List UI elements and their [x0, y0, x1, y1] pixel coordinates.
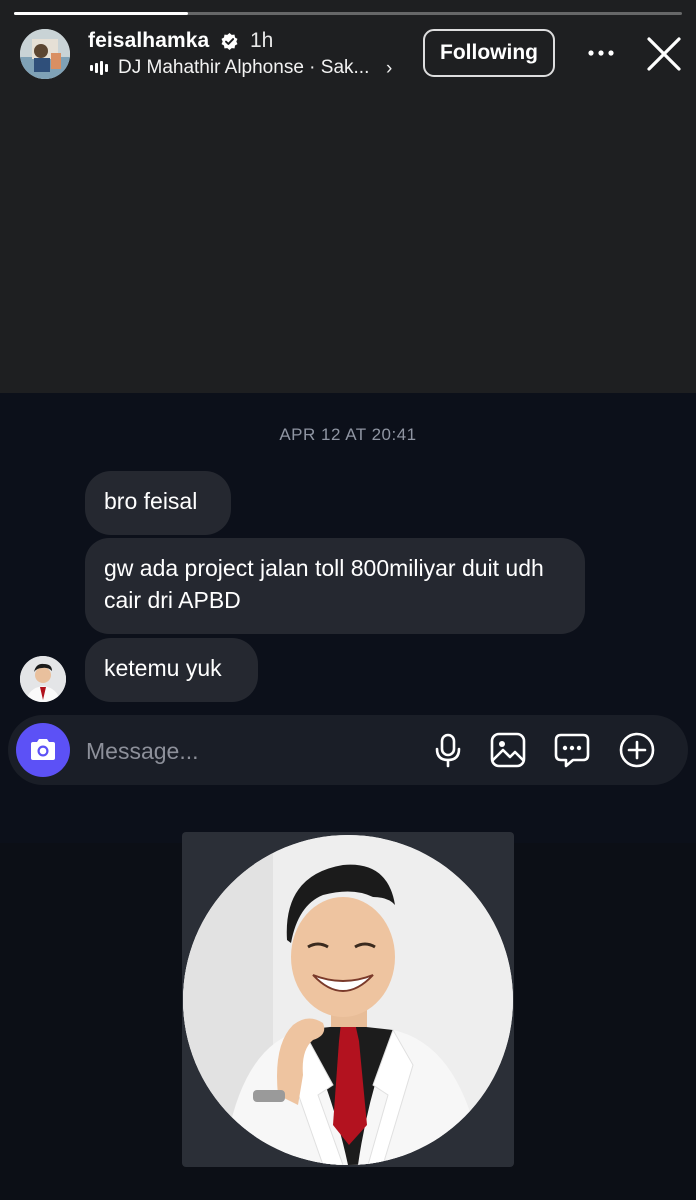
message-bubble: gw ada project jalan toll 800miliyar dui…	[85, 538, 585, 634]
profile-photo	[183, 835, 513, 1165]
following-button[interactable]: Following	[423, 29, 555, 77]
more-horizontal-icon[interactable]	[584, 38, 618, 68]
plus-circle-icon[interactable]	[618, 731, 656, 769]
photo-sticker	[182, 832, 514, 1167]
sender-avatar	[20, 656, 66, 702]
story-username[interactable]: feisalhamka	[88, 29, 209, 53]
close-icon[interactable]	[645, 35, 683, 73]
music-attribution[interactable]: DJ Mahathir Alphonse · Sak...	[90, 56, 369, 80]
camera-button[interactable]	[16, 723, 70, 777]
microphone-icon[interactable]	[429, 731, 467, 769]
chevron-right-icon: ›	[386, 58, 393, 79]
audio-bars-icon	[90, 61, 108, 75]
gallery-icon[interactable]	[489, 731, 527, 769]
message-bubble: bro feisal	[85, 471, 231, 535]
story-time: 1h	[250, 29, 274, 52]
message-input[interactable]	[84, 733, 418, 769]
camera-icon	[31, 739, 55, 760]
music-title: DJ Mahathir Alphonse · Sak...	[118, 57, 370, 78]
message-timestamp: APR 12 AT 20:41	[279, 425, 417, 444]
story-progress-fill	[14, 12, 188, 15]
story-progress-bar	[14, 12, 682, 15]
verified-badge-icon	[221, 32, 238, 51]
profile-avatar[interactable]	[20, 29, 70, 79]
message-bubble: ketemu yuk	[85, 638, 258, 702]
sticker-icon[interactable]	[553, 731, 591, 769]
